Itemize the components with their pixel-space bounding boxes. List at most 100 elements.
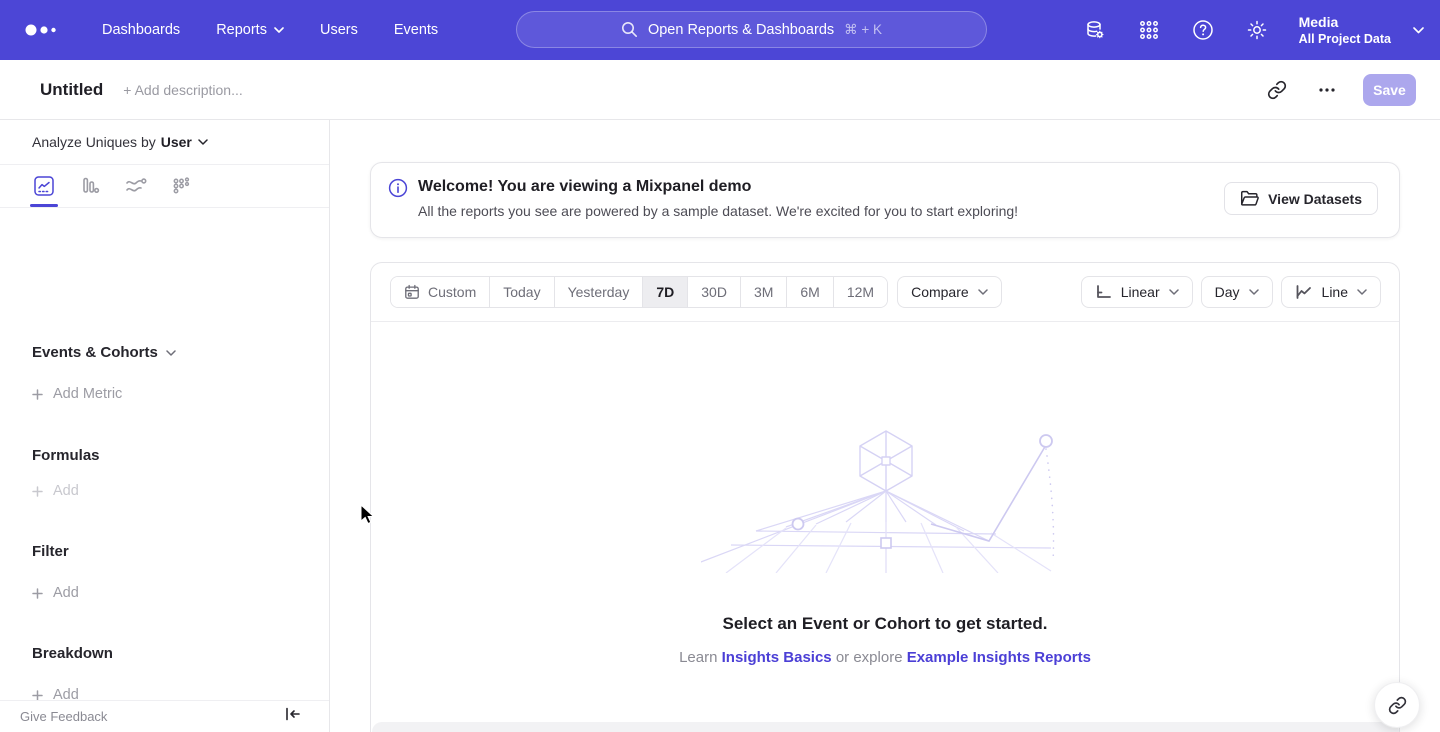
mixpanel-insights-app: Dashboards Reports Users Events Open Rep… [0,0,1440,732]
chevron-down-icon [166,350,176,356]
nav-reports-label: Reports [216,22,267,38]
add-formula-button[interactable]: Add [32,483,79,499]
nav-events[interactable]: Events [394,22,438,38]
range-today-button[interactable]: Today [490,277,554,307]
mixpanel-logo-icon[interactable] [22,20,66,40]
breakdown-header: Breakdown [32,645,113,662]
chart-type-dropdown[interactable]: Line [1281,276,1381,308]
chevron-down-icon [1413,27,1424,34]
empty-state-title: Select an Event or Cohort to get started… [371,614,1399,634]
insights-basics-link[interactable]: Insights Basics [722,649,832,666]
events-cohorts-label: Events & Cohorts [32,344,158,361]
global-search-input[interactable]: Open Reports & Dashboards ⌘ + K [516,11,987,48]
data-management-icon[interactable] [1083,18,1107,42]
banner-title: Welcome! You are viewing a Mixpanel demo [418,178,751,196]
banner-subtitle: All the reports you see are powered by a… [418,203,1018,219]
project-switcher[interactable]: Media All Project Data [1299,13,1424,47]
add-metric-label: Add Metric [53,386,122,402]
query-builder-sidebar: Analyze Uniques by User [0,120,330,732]
date-range-segmented-control: Custom Today Yesterday 7D 30D 3M 6M 12M [390,276,888,308]
empty-sub-learn: Learn [679,649,717,666]
top-nav: Dashboards Reports Users Events Open Rep… [0,0,1440,60]
chevron-down-icon [198,139,208,145]
calendar-icon [404,284,420,300]
report-description-placeholder[interactable]: + Add description... [123,82,242,98]
settings-gear-icon[interactable] [1245,18,1269,42]
tab-retention-grid[interactable] [170,174,194,198]
share-link-fab[interactable] [1374,682,1420,728]
breakdown-label: Breakdown [32,645,113,662]
nav-users-label: Users [320,22,358,38]
interval-dropdown[interactable]: Day [1201,276,1273,308]
give-feedback-link[interactable]: Give Feedback [20,709,107,724]
report-header: Untitled + Add description... Save [0,60,1440,120]
compare-label: Compare [911,284,969,300]
folder-icon [1240,190,1259,207]
search-placeholder: Open Reports & Dashboards [648,22,834,38]
analyze-prefix-label: Analyze Uniques by [32,134,156,150]
formulas-label: Formulas [32,447,100,464]
add-filter-label: Add [53,585,79,601]
range-custom-label: Custom [428,284,476,300]
view-datasets-button[interactable]: View Datasets [1224,182,1378,215]
range-3m-button[interactable]: 3M [741,277,787,307]
more-options-icon[interactable] [1313,76,1341,104]
info-icon [388,178,408,203]
events-cohorts-header[interactable]: Events & Cohorts [32,344,176,361]
link-icon [1388,696,1407,715]
help-icon[interactable] [1191,18,1215,42]
chevron-down-icon [274,27,284,33]
compare-dropdown[interactable]: Compare [897,276,1002,308]
chevron-down-icon [1357,289,1367,295]
filter-header: Filter [32,543,69,560]
analyze-selected-value: User [161,134,192,150]
nav-users[interactable]: Users [320,22,358,38]
search-shortcut: ⌘ + K [844,22,882,38]
nav-reports[interactable]: Reports [216,22,284,38]
demo-welcome-banner: Welcome! You are viewing a Mixpanel demo… [370,162,1400,238]
project-scope: All Project Data [1299,31,1391,47]
range-30d-button[interactable]: 30D [688,277,741,307]
results-table-peek [372,722,1399,732]
sidebar-footer: Give Feedback [0,700,329,732]
primary-nav: Dashboards Reports Users Events [102,22,438,38]
range-12m-button[interactable]: 12M [834,277,887,307]
linear-axis-icon [1095,284,1112,300]
copy-link-icon[interactable] [1263,76,1291,104]
add-metric-button[interactable]: Add Metric [32,386,122,402]
example-insights-reports-link[interactable]: Example Insights Reports [907,649,1091,666]
add-formula-label: Add [53,483,79,499]
view-datasets-label: View Datasets [1268,191,1362,207]
selected-tab-underline [30,204,58,207]
tab-flows[interactable] [124,174,148,198]
formulas-header: Formulas [32,447,100,464]
tab-insights-line[interactable] [32,174,56,198]
nav-dashboards[interactable]: Dashboards [102,22,180,38]
chart-toolbar: Custom Today Yesterday 7D 30D 3M 6M 12M … [371,263,1399,322]
range-yesterday-button[interactable]: Yesterday [555,277,644,307]
scale-dropdown[interactable]: Linear [1081,276,1193,308]
search-icon [621,21,638,38]
add-filter-button[interactable]: Add [32,585,79,601]
chevron-down-icon [1249,289,1259,295]
collapse-sidebar-icon[interactable] [285,707,301,726]
save-button[interactable]: Save [1363,74,1416,106]
plus-icon [32,588,43,599]
report-title[interactable]: Untitled [40,80,103,100]
range-6m-button[interactable]: 6M [787,277,833,307]
analyze-by-selector[interactable]: User [161,134,208,150]
line-chart-icon [1295,284,1313,300]
nav-right-cluster: Media All Project Data [1083,0,1424,60]
range-custom-button[interactable]: Custom [391,277,490,307]
apps-grid-icon[interactable] [1137,18,1161,42]
range-7d-button[interactable]: 7D [643,277,688,307]
plus-icon [32,389,43,400]
tab-bar-chart[interactable] [78,174,102,198]
insights-chart-card: Custom Today Yesterday 7D 30D 3M 6M 12M … [370,262,1400,732]
scale-label: Linear [1121,284,1160,300]
empty-state-subtitle: Learn Insights Basics or explore Example… [371,649,1399,666]
nav-events-label: Events [394,22,438,38]
plus-icon [32,690,43,701]
filter-label: Filter [32,543,69,560]
empty-sub-or-explore: or explore [836,649,903,666]
